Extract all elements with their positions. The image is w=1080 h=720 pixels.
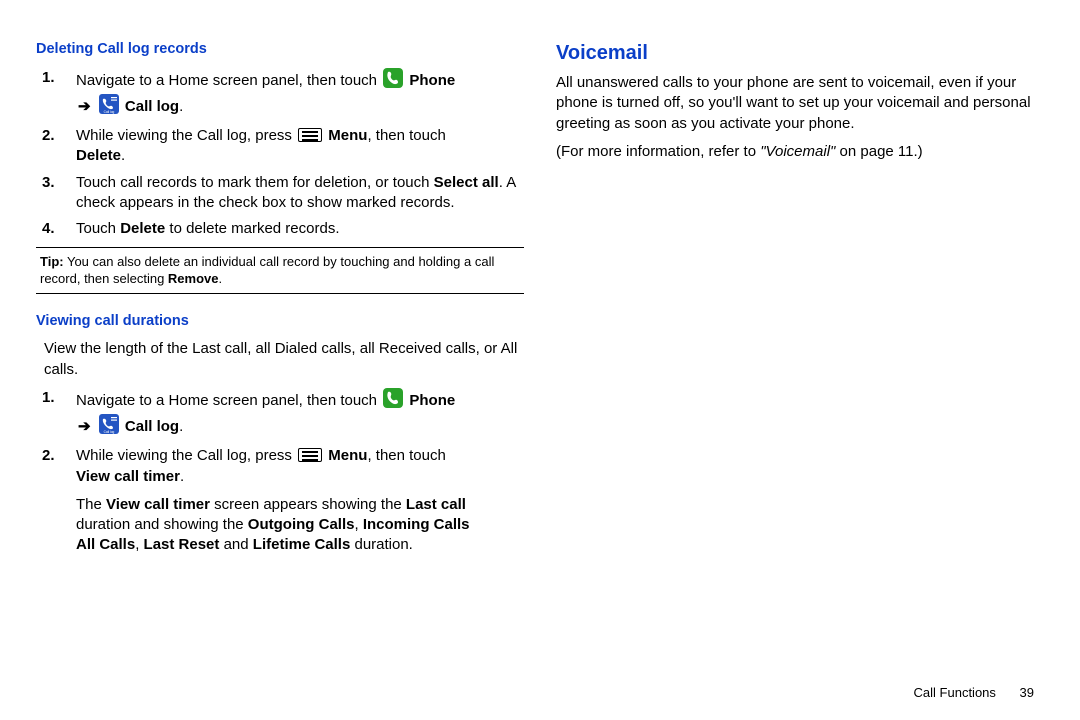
svg-text:Call log: Call log	[103, 110, 114, 114]
crossref-text: on page 11.)	[835, 143, 922, 160]
outgoing-calls-label: Outgoing Calls	[248, 516, 355, 533]
menu-hardkey-icon	[298, 128, 322, 142]
step-item: 2. While viewing the Call log, press Men…	[68, 446, 524, 555]
footer-section-name: Call Functions	[914, 685, 996, 700]
crossref-text: (For more information, refer to	[556, 143, 760, 160]
steps-viewing: 1. Navigate to a Home screen panel, then…	[36, 388, 524, 556]
phone-label: Phone	[409, 392, 455, 409]
last-reset-label: Last Reset	[144, 536, 220, 553]
step-number: 1.	[42, 388, 55, 408]
page-footer: Call Functions 39	[914, 684, 1034, 702]
view-call-timer-label: View call timer	[76, 468, 180, 485]
left-column: Deleting Call log records 1. Navigate to…	[36, 40, 540, 680]
steps-deleting: 1. Navigate to a Home screen panel, then…	[36, 68, 524, 240]
subheading-deleting-call-log: Deleting Call log records	[36, 40, 524, 60]
view-call-timer-label: View call timer	[106, 496, 210, 513]
step-number: 3.	[42, 173, 55, 193]
right-column: Voicemail All unanswered calls to your p…	[540, 40, 1044, 680]
delete-label: Delete	[76, 147, 121, 164]
arrow-icon: ➔	[76, 98, 93, 115]
phone-app-icon	[383, 68, 403, 94]
select-all-label: Select all	[434, 174, 499, 191]
step-text: to delete marked records.	[165, 220, 339, 237]
step-text: Touch call records to mark them for dele…	[76, 174, 434, 191]
period: .	[121, 147, 125, 164]
phone-label: Phone	[409, 72, 455, 89]
step-text: While viewing the Call log, press	[76, 447, 296, 464]
period: .	[179, 98, 183, 115]
phone-app-icon	[383, 388, 403, 414]
step-text: , then touch	[367, 127, 445, 144]
step-number: 4.	[42, 219, 55, 239]
all-calls-label: All Calls	[76, 536, 135, 553]
subheading-viewing-call-durations: Viewing call durations	[36, 312, 524, 332]
call-log-icon: Call log	[99, 94, 119, 120]
section-heading-voicemail: Voicemail	[556, 40, 1044, 67]
tip-box: Tip: You can also delete an individual c…	[36, 247, 524, 294]
step-item: 4. Touch Delete to delete marked records…	[68, 219, 524, 239]
step-number: 2.	[42, 126, 55, 146]
svg-text:Call log: Call log	[103, 430, 114, 434]
period: .	[218, 271, 222, 286]
step-text: Navigate to a Home screen panel, then to…	[76, 72, 381, 89]
step-text: , then touch	[367, 447, 445, 464]
step-text: While viewing the Call log, press	[76, 127, 296, 144]
and: and	[219, 536, 252, 553]
incoming-calls-label: Incoming Calls	[363, 516, 470, 533]
comma: ,	[354, 516, 362, 533]
step-text: Navigate to a Home screen panel, then to…	[76, 392, 381, 409]
step-text: Touch	[76, 220, 120, 237]
step-item: 2. While viewing the Call log, press Men…	[68, 126, 524, 167]
tip-label: Tip:	[40, 254, 64, 269]
call-log-label: Call log	[125, 98, 179, 115]
menu-hardkey-icon	[298, 448, 322, 462]
step-text: duration and showing the	[76, 516, 248, 533]
voicemail-paragraph: All unanswered calls to your phone are s…	[556, 73, 1044, 134]
last-call-label: Last call	[406, 496, 466, 513]
voicemail-cross-ref: (For more information, refer to "Voicema…	[556, 142, 1044, 162]
lifetime-calls-label: Lifetime Calls	[253, 536, 351, 553]
remove-label: Remove	[168, 271, 219, 286]
arrow-icon: ➔	[76, 418, 93, 435]
period: .	[180, 468, 184, 485]
step-item: 1. Navigate to a Home screen panel, then…	[68, 68, 524, 121]
step-text: screen appears showing the	[210, 496, 406, 513]
page-number: 39	[1020, 685, 1034, 700]
menu-label: Menu	[328, 127, 367, 144]
menu-label: Menu	[328, 447, 367, 464]
tip-text: You can also delete an individual call r…	[40, 254, 494, 285]
crossref-title: "Voicemail"	[760, 143, 835, 160]
call-log-label: Call log	[125, 418, 179, 435]
step-text: The	[76, 496, 106, 513]
step-number: 2.	[42, 446, 55, 466]
step-number: 1.	[42, 68, 55, 88]
step-item: 1. Navigate to a Home screen panel, then…	[68, 388, 524, 441]
period: .	[179, 418, 183, 435]
call-log-icon: Call log	[99, 414, 119, 440]
comma: ,	[135, 536, 143, 553]
delete-label: Delete	[120, 220, 165, 237]
step-item: 3. Touch call records to mark them for d…	[68, 173, 524, 214]
intro-paragraph: View the length of the Last call, all Di…	[36, 339, 524, 380]
step-text: duration.	[350, 536, 413, 553]
manual-page: Deleting Call log records 1. Navigate to…	[0, 0, 1080, 700]
